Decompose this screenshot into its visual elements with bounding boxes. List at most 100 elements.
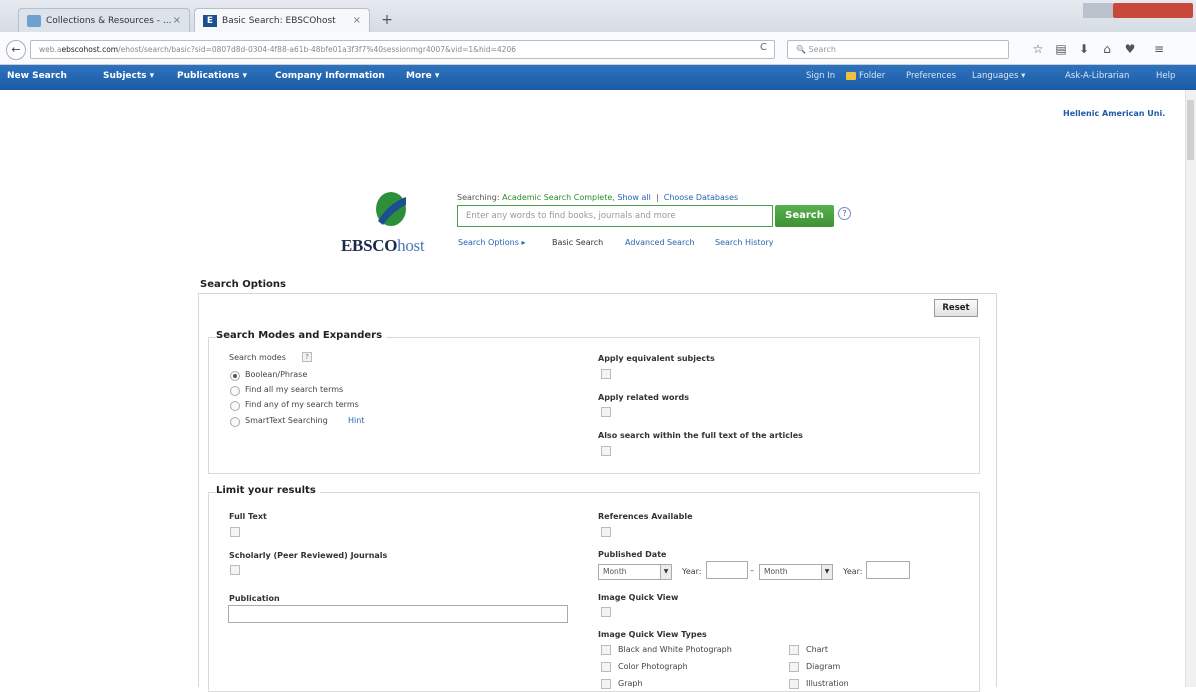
help-link[interactable]: Help <box>1156 71 1175 81</box>
end-month-select[interactable]: Month ▼ <box>759 564 833 580</box>
reset-button[interactable]: Reset <box>934 299 978 317</box>
ebsco-favicon-icon: E <box>203 14 217 27</box>
ask-a-librarian-link[interactable]: Ask-A-Librarian <box>1065 71 1129 81</box>
help-icon[interactable]: ? <box>838 207 851 220</box>
logo-word: EBSCO <box>341 236 398 255</box>
start-year-label: Year: <box>682 567 702 576</box>
publication-input[interactable] <box>228 605 568 623</box>
search-modes-help-icon[interactable]: ? <box>302 352 312 362</box>
publications-menu[interactable]: Publications ▾ <box>177 71 247 81</box>
apply-related-words-label: Apply related words <box>598 393 689 402</box>
apply-equivalent-subjects-checkbox[interactable] <box>601 369 611 379</box>
select-value: Month <box>764 567 788 576</box>
url-rest: /ehost/search/basic?sid=0807d8d-0304-4f8… <box>118 45 516 54</box>
full-text-checkbox[interactable] <box>230 527 240 537</box>
end-year-label: Year: <box>843 567 863 576</box>
close-tab-icon[interactable]: × <box>353 15 361 26</box>
scrollbar-thumb[interactable] <box>1187 100 1194 160</box>
start-year-input[interactable] <box>706 561 748 579</box>
radio-boolean-phrase[interactable] <box>230 371 240 381</box>
search-button[interactable]: Search <box>775 205 834 227</box>
download-icon[interactable]: ⬇ <box>1076 42 1092 56</box>
radio-find-any[interactable] <box>230 401 240 411</box>
scholarly-label: Scholarly (Peer Reviewed) Journals <box>229 551 388 560</box>
chart-checkbox[interactable] <box>789 645 799 655</box>
back-button[interactable]: ← <box>6 40 26 60</box>
search-modes-legend: Search Modes and Expanders <box>216 330 387 341</box>
apply-related-words-checkbox[interactable] <box>601 407 611 417</box>
limit-results-fieldset <box>208 492 980 692</box>
radio-label: Find any of my search terms <box>245 400 359 409</box>
page-icon <box>27 14 41 27</box>
searching-label: Searching: <box>457 193 500 202</box>
end-year-input[interactable] <box>866 561 910 579</box>
image-quick-view-checkbox[interactable] <box>601 607 611 617</box>
new-tab-button[interactable]: + <box>378 11 396 29</box>
browser-search-input[interactable]: 🔍 Search <box>787 40 1009 59</box>
full-text-label: Full Text <box>229 512 267 521</box>
radio-find-all[interactable] <box>230 386 240 396</box>
new-search-link[interactable]: New Search <box>7 71 67 81</box>
url-prefix: web.a <box>39 45 62 54</box>
reload-icon[interactable]: C <box>760 42 772 56</box>
search-options-heading: Search Options <box>200 279 287 290</box>
search-options-link[interactable]: Search Options ▸ <box>458 238 525 247</box>
image-quick-view-types-label: Image Quick View Types <box>598 630 707 639</box>
color-photograph-checkbox[interactable] <box>601 662 611 672</box>
folder-link[interactable]: Folder <box>859 71 885 81</box>
institution-name: Hellenic American Uni. <box>1063 109 1166 118</box>
address-bar[interactable]: web.aebscohost.com/ehost/search/basic?si… <box>30 40 775 59</box>
tab-collections[interactable]: Collections & Resources - ... × <box>18 8 190 32</box>
basic-search-link[interactable]: Basic Search <box>552 238 603 247</box>
bw-photograph-checkbox[interactable] <box>601 645 611 655</box>
ebsco-logo-icon <box>376 192 406 226</box>
home-icon[interactable]: ⌂ <box>1099 42 1115 56</box>
advanced-search-link[interactable]: Advanced Search <box>625 238 695 247</box>
radio-label: SmartText Searching <box>245 416 328 425</box>
graph-checkbox[interactable] <box>601 679 611 689</box>
start-month-select[interactable]: Month ▼ <box>598 564 672 580</box>
search-modes-label: Search modes <box>229 353 286 362</box>
full-text-search-label: Also search within the full text of the … <box>598 431 803 440</box>
database-name: Academic Search Complete, <box>502 193 615 202</box>
more-menu[interactable]: More ▾ <box>406 71 439 81</box>
radio-smarttext[interactable] <box>230 417 240 427</box>
tab-label: Collections & Resources - ... <box>46 15 172 26</box>
image-quick-view-label: Image Quick View <box>598 593 679 602</box>
color-photograph-label: Color Photograph <box>618 662 688 671</box>
ebsco-logo-text: EBSCOhost <box>341 236 425 256</box>
show-all-link[interactable]: Show all <box>617 193 650 202</box>
star-icon[interactable]: ☆ <box>1030 42 1046 56</box>
tab-basic-search[interactable]: E Basic Search: EBSCOhost × <box>194 8 370 32</box>
limit-results-legend: Limit your results <box>216 485 320 496</box>
sign-in-link[interactable]: Sign In <box>806 71 835 81</box>
page-scrollbar[interactable] <box>1185 90 1196 687</box>
hint-link[interactable]: Hint <box>348 416 364 425</box>
illustration-checkbox[interactable] <box>789 679 799 689</box>
publication-label: Publication <box>229 594 280 603</box>
subjects-menu[interactable]: Subjects ▾ <box>103 71 154 81</box>
full-text-search-checkbox[interactable] <box>601 446 611 456</box>
diagram-checkbox[interactable] <box>789 662 799 672</box>
bw-photograph-label: Black and White Photograph <box>618 645 732 654</box>
choose-databases-link[interactable]: Choose Databases <box>664 193 738 202</box>
apply-equivalent-subjects-label: Apply equivalent subjects <box>598 354 715 363</box>
search-input[interactable]: Enter any words to find books, journals … <box>457 205 773 227</box>
languages-menu[interactable]: Languages ▾ <box>972 71 1025 81</box>
menu-icon[interactable]: ≡ <box>1151 42 1167 56</box>
diagram-label: Diagram <box>806 662 841 671</box>
close-tab-icon[interactable]: × <box>173 15 181 26</box>
scholarly-checkbox[interactable] <box>230 565 240 575</box>
window-controls[interactable] <box>1083 3 1193 18</box>
chevron-down-icon: ▼ <box>821 565 832 579</box>
tab-label: Basic Search: EBSCOhost <box>222 15 336 26</box>
search-history-link[interactable]: Search History <box>715 238 774 247</box>
references-available-checkbox[interactable] <box>601 527 611 537</box>
references-available-label: References Available <box>598 512 693 521</box>
clipboard-icon[interactable]: ▤ <box>1053 42 1069 56</box>
company-information-link[interactable]: Company Information <box>275 71 385 81</box>
searching-line: Searching: Academic Search Complete, Sho… <box>457 193 739 202</box>
radio-label: Find all my search terms <box>245 385 344 394</box>
pocket-icon[interactable]: ♥ <box>1122 42 1138 56</box>
preferences-link[interactable]: Preferences <box>906 71 956 81</box>
